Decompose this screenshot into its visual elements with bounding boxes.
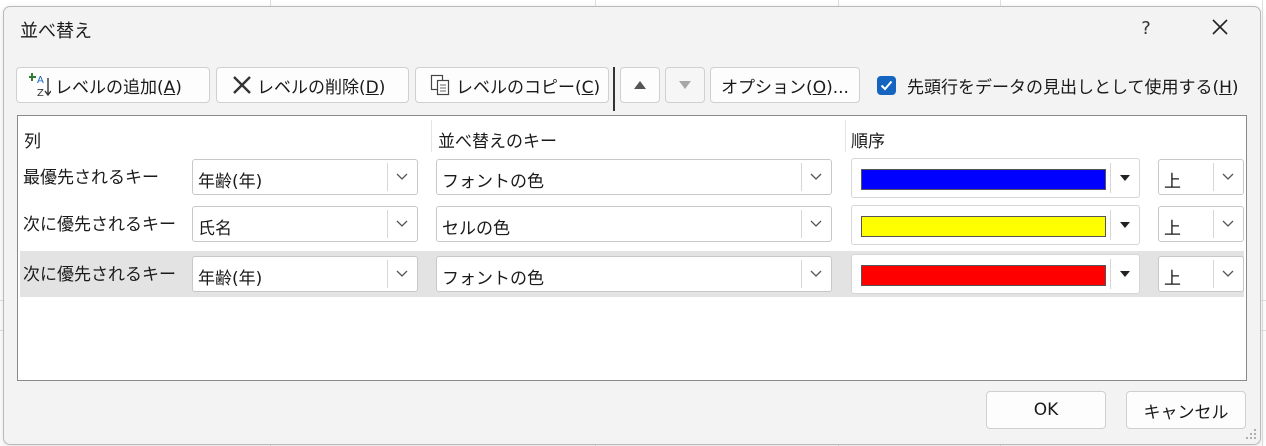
sort-dialog: 並べ替え ? A Z レベルの追加(A) レベルの削除(D) レベルのコピー(C… (3, 6, 1261, 445)
chevron-down-icon[interactable] (1213, 260, 1241, 288)
help-button[interactable]: ? (1130, 13, 1162, 45)
move-up-button[interactable] (620, 67, 660, 103)
header-row-checkbox[interactable]: 先頭行をデータの見出しとして使用する(H) (877, 71, 1239, 99)
position-select[interactable]: 上 (1158, 206, 1244, 242)
copy-level-button[interactable]: レベルのコピー(C) (415, 67, 609, 103)
column-header-order: 順序 (851, 132, 885, 152)
options-button[interactable]: オプション(O)... (710, 67, 860, 103)
chevron-down-icon[interactable] (801, 260, 829, 288)
sort-level-list: 列 並べ替えのキー 順序 最優先されるキー 年齢(年) フォントの色 上 次に優… (17, 115, 1247, 381)
color-select[interactable] (851, 158, 1140, 198)
position-select[interactable]: 上 (1158, 159, 1244, 195)
delete-icon (231, 74, 253, 96)
svg-text:Z: Z (37, 88, 44, 98)
column-select[interactable]: 年齢(年) (192, 159, 418, 195)
dialog-title: 並べ替え (20, 21, 92, 42)
level-label: 次に優先されるキー (23, 265, 176, 285)
close-button[interactable] (1200, 13, 1240, 45)
chevron-down-icon[interactable] (801, 163, 829, 191)
color-select[interactable] (851, 254, 1140, 294)
svg-text:A: A (37, 75, 44, 86)
triangle-down-icon (679, 81, 691, 89)
copy-icon (430, 74, 450, 96)
sort-on-select[interactable]: セルの色 (436, 206, 832, 242)
sort-level-row[interactable]: 最優先されるキー 年齢(年) フォントの色 上 (20, 154, 1244, 200)
add-level-button[interactable]: A Z レベルの追加(A) (16, 67, 210, 103)
sort-on-select[interactable]: フォントの色 (436, 256, 832, 292)
title-bar: 並べ替え ? (4, 7, 1260, 53)
chevron-down-icon[interactable] (387, 163, 415, 191)
move-down-button[interactable] (665, 67, 705, 103)
close-icon (1212, 19, 1228, 35)
triangle-down-icon[interactable] (1110, 259, 1139, 289)
checkbox-checked-icon[interactable] (877, 75, 896, 95)
toolbar-separator (613, 67, 615, 111)
sort-on-select[interactable]: フォントの色 (436, 159, 832, 195)
triangle-down-icon[interactable] (1110, 210, 1139, 240)
header-row-checkbox-label: 先頭行をデータの見出しとして使用する(H) (907, 77, 1239, 98)
triangle-down-icon[interactable] (1110, 163, 1139, 193)
cancel-button[interactable]: キャンセル (1126, 391, 1246, 429)
color-swatch (861, 216, 1106, 237)
chevron-down-icon[interactable] (1213, 210, 1241, 238)
resize-grip-icon[interactable] (1244, 427, 1258, 441)
column-header-sort-on: 並べ替えのキー (438, 132, 557, 152)
chevron-down-icon[interactable] (387, 210, 415, 238)
level-label: 次に優先されるキー (23, 215, 176, 235)
position-select[interactable]: 上 (1158, 256, 1244, 292)
sort-level-row[interactable]: 次に優先されるキー 氏名 セルの色 上 (20, 201, 1244, 247)
sort-level-row-selected[interactable]: 次に優先されるキー 年齢(年) フォントの色 上 (20, 251, 1244, 297)
color-select[interactable] (851, 205, 1140, 245)
ok-button[interactable]: OK (986, 391, 1106, 429)
delete-level-button[interactable]: レベルの削除(D) (216, 67, 409, 103)
column-select[interactable]: 氏名 (192, 206, 418, 242)
chevron-down-icon[interactable] (801, 210, 829, 238)
color-swatch (861, 169, 1106, 190)
chevron-down-icon[interactable] (387, 260, 415, 288)
column-select[interactable]: 年齢(年) (192, 256, 418, 292)
column-header-column: 列 (24, 132, 41, 152)
triangle-up-icon (634, 81, 646, 89)
add-level-icon: A Z (29, 72, 51, 98)
level-label: 最優先されるキー (23, 168, 159, 188)
color-swatch (861, 265, 1106, 286)
chevron-down-icon[interactable] (1213, 163, 1241, 191)
